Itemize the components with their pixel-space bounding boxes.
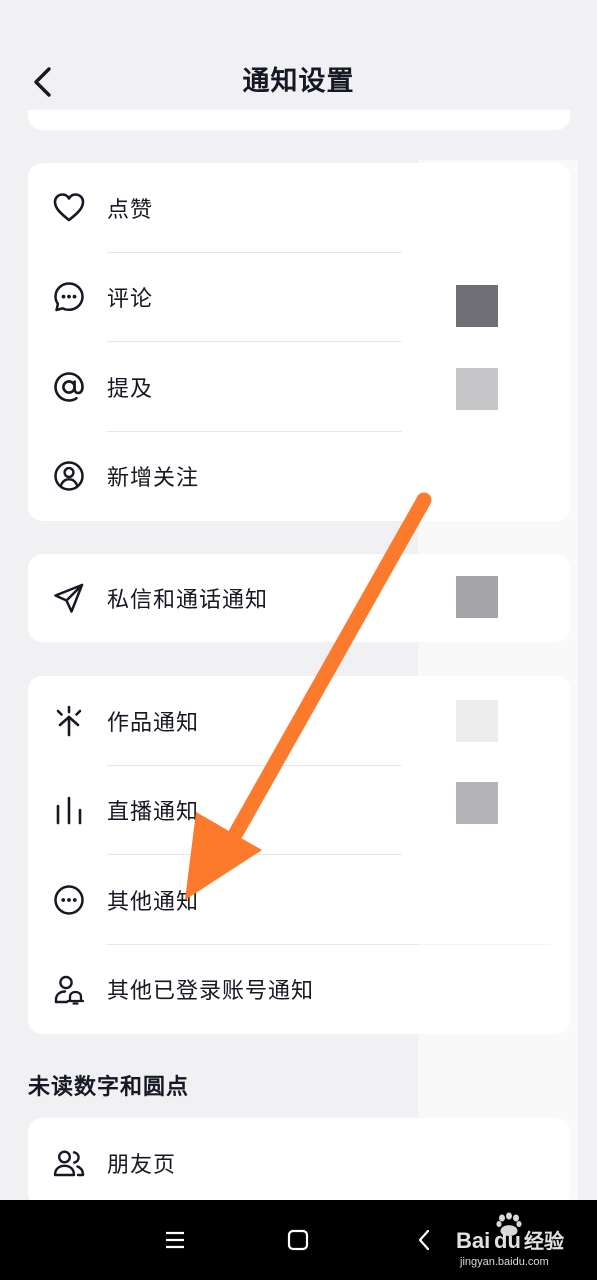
more-circle-icon: [52, 883, 86, 917]
nav-back-button[interactable]: [404, 1220, 444, 1260]
at-icon: [52, 370, 86, 404]
direct-messages-label: 私信和通话通知: [107, 588, 269, 613]
account-bell-icon: [52, 972, 86, 1006]
toggle-switch[interactable]: [456, 576, 498, 618]
friends-icon: [52, 1146, 86, 1180]
other-accounts-label: 其他已登录账号通知: [107, 979, 315, 1005]
live-label: 直播通知: [107, 800, 200, 826]
watermark-product-text: 经验: [524, 1229, 564, 1253]
works-label: 作品通知: [107, 710, 200, 736]
comment-icon: [52, 280, 86, 314]
toggle-switch[interactable]: [456, 782, 498, 824]
previous-card-edge: [28, 110, 570, 130]
toggle-switch[interactable]: [456, 285, 498, 327]
paper-plane-icon: [52, 581, 86, 615]
page-title: 通知设置: [242, 66, 355, 97]
chevron-left-icon: [418, 1229, 430, 1251]
other-notifications-label: 其他通知: [107, 889, 200, 915]
unread-badges-section-title: 未读数字和圆点: [28, 1075, 190, 1100]
friends-page-label: 朋友页: [107, 1153, 177, 1178]
watermark-brand-text: Bai: [456, 1228, 490, 1253]
user-circle-icon: [52, 459, 86, 493]
spark-icon: [52, 704, 86, 738]
comments-label: 评论: [107, 287, 154, 313]
menu-icon: [166, 1231, 184, 1249]
new-followers-label: 新增关注: [107, 466, 200, 492]
watermark-brand-suffix-text: du: [494, 1228, 521, 1253]
blurred-toggle-area: [418, 160, 578, 1200]
toggle-switch[interactable]: [456, 700, 498, 742]
watermark-url: jingyan.baidu.com: [460, 1256, 549, 1268]
heart-icon: [52, 191, 86, 225]
bars-icon: [52, 793, 86, 827]
square-icon: [287, 1229, 309, 1251]
menu-button[interactable]: [155, 1220, 195, 1260]
toggle-switch[interactable]: [456, 368, 498, 410]
home-button[interactable]: [278, 1220, 318, 1260]
likes-label: 点赞: [107, 197, 154, 223]
mentions-label: 提及: [107, 376, 154, 402]
